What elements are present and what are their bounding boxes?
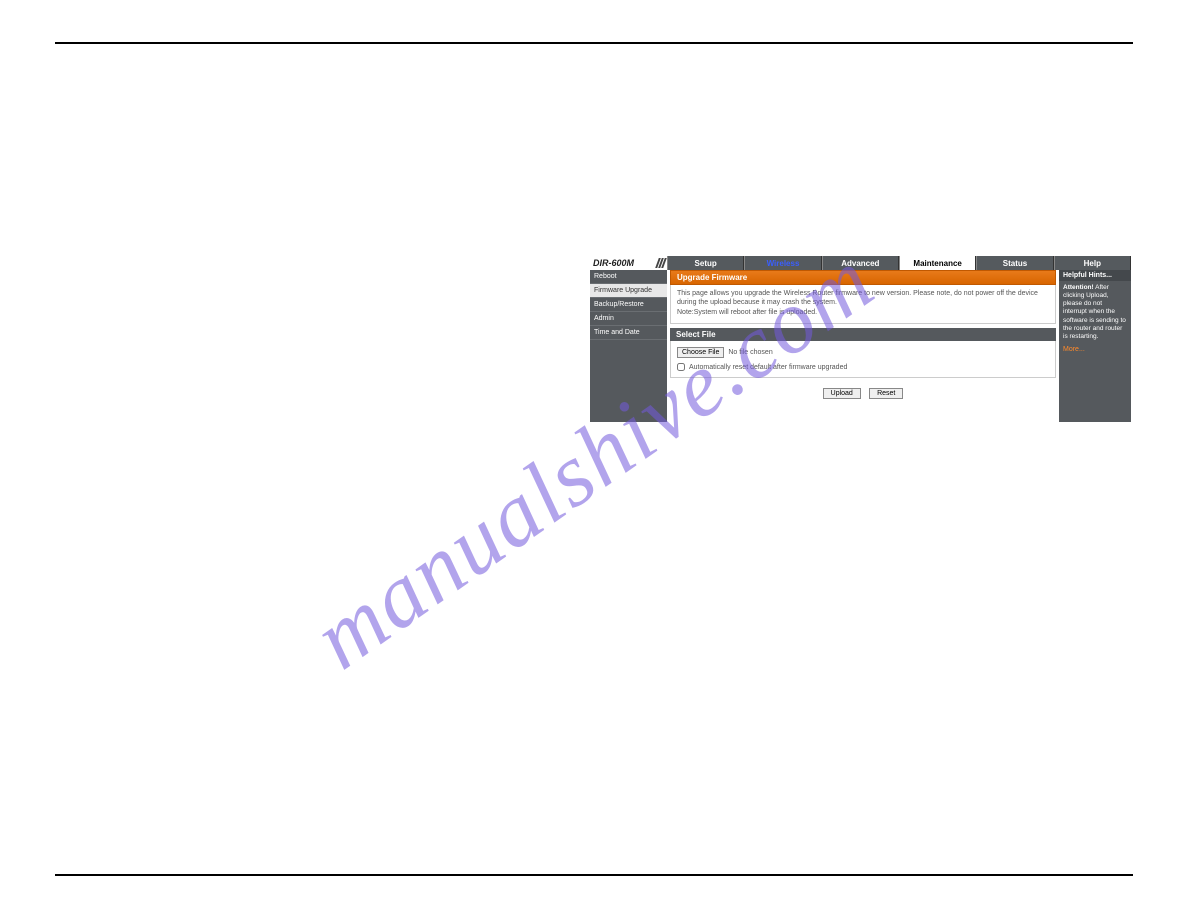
action-buttons: Upload Reset	[667, 384, 1059, 405]
page-top-rule	[55, 42, 1133, 44]
nav-maintenance[interactable]: Maintenance	[899, 256, 976, 270]
page-bottom-rule	[55, 874, 1133, 876]
sidebar-item-reboot[interactable]: Reboot	[590, 270, 667, 284]
model-text: DIR-600M	[593, 258, 634, 268]
auto-reset-checkbox[interactable]	[677, 363, 685, 371]
upgrade-description: This page allows you upgrade the Wireles…	[670, 285, 1056, 324]
attention-text: After clicking Upload, please do not int…	[1063, 284, 1126, 340]
desc-line-1: This page allows you upgrade the Wireles…	[677, 289, 1049, 308]
nav-status[interactable]: Status	[976, 256, 1053, 270]
nav-wireless[interactable]: Wireless	[744, 256, 821, 270]
model-label: DIR-600M	[590, 256, 667, 270]
sidebar-item-admin[interactable]: Admin	[590, 312, 667, 326]
sidebar-item-backup-restore[interactable]: Backup/Restore	[590, 298, 667, 312]
select-file-header: Select File	[670, 328, 1056, 341]
upload-button[interactable]: Upload	[823, 388, 861, 399]
nav-help[interactable]: Help	[1054, 256, 1131, 270]
body-row: Reboot Firmware Upgrade Backup/Restore A…	[590, 270, 1131, 422]
hints-more-link[interactable]: More...	[1059, 344, 1131, 355]
top-nav: DIR-600M Setup Wireless Advanced Mainten…	[590, 256, 1131, 270]
hints-body: Attention! After clicking Upload, please…	[1059, 281, 1131, 344]
file-status-text: No file chosen	[728, 349, 772, 356]
hints-column: Helpful Hints... Attention! After clicki…	[1059, 270, 1131, 422]
auto-reset-label: Automatically reset default after firmwa…	[689, 364, 847, 371]
desc-line-2: Note:System will reboot after file is up…	[677, 308, 1049, 317]
sidebar: Reboot Firmware Upgrade Backup/Restore A…	[590, 270, 667, 422]
router-admin-panel: DIR-600M Setup Wireless Advanced Mainten…	[590, 256, 1131, 422]
select-file-body: Choose File No file chosen Automatically…	[670, 341, 1056, 378]
sidebar-item-time-date[interactable]: Time and Date	[590, 326, 667, 340]
sidebar-item-firmware-upgrade[interactable]: Firmware Upgrade	[590, 284, 667, 298]
upgrade-firmware-header: Upgrade Firmware	[670, 270, 1056, 285]
model-stripes-icon	[657, 258, 665, 268]
hints-header: Helpful Hints...	[1059, 270, 1131, 281]
auto-reset-row: Automatically reset default after firmwa…	[677, 363, 1049, 371]
main-column: Upgrade Firmware This page allows you up…	[667, 270, 1059, 422]
reset-button[interactable]: Reset	[869, 388, 903, 399]
file-input-row: Choose File No file chosen	[677, 347, 1049, 358]
attention-label: Attention!	[1063, 284, 1094, 291]
nav-advanced[interactable]: Advanced	[822, 256, 899, 270]
choose-file-button[interactable]: Choose File	[677, 347, 724, 358]
nav-setup[interactable]: Setup	[667, 256, 744, 270]
